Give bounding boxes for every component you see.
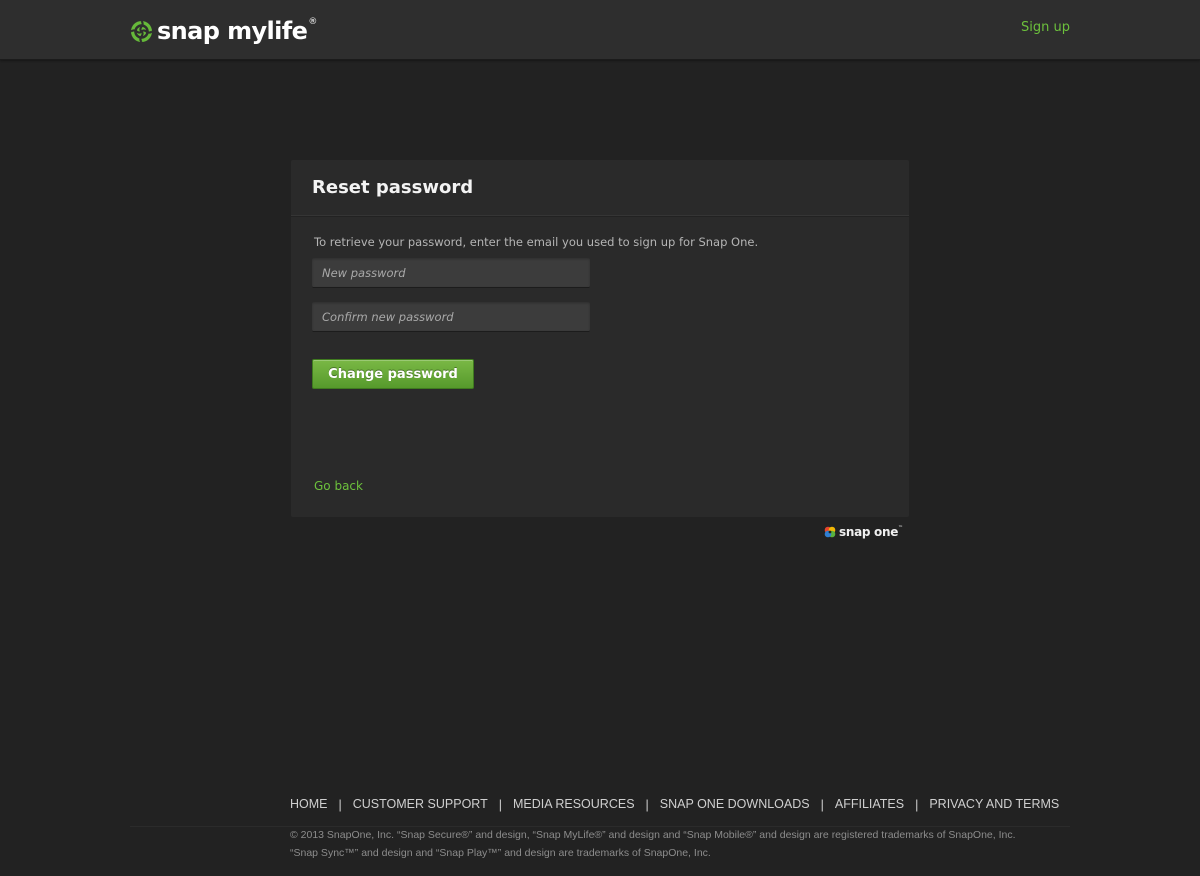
top-bar: snap mylife ® Sign up [0,0,1200,60]
brand-logo[interactable]: snap mylife ® [130,16,317,46]
confirm-password-input[interactable] [312,302,590,332]
card-header: Reset password [291,160,909,216]
footer-link-privacy-and-terms[interactable]: PRIVACY AND TERMS [929,797,1059,812]
footer-separator: | [645,797,649,812]
instructions-text: To retrieve your password, enter the ema… [314,235,759,249]
footer-legal: © 2013 SnapOne, Inc. “Snap Secure®” and … [290,826,1016,862]
footer-link-home[interactable]: HOME [290,797,328,812]
legal-line-2: “Snap Sync™” and design and “Snap Play™”… [290,847,711,859]
reset-password-card: Reset password To retrieve your password… [291,160,909,517]
change-password-button[interactable]: Change password [312,359,474,389]
brand-registered-mark: ® [308,17,318,27]
footer-link-customer-support[interactable]: CUSTOMER SUPPORT [353,797,488,812]
snap-one-logo: snap one ™ [824,524,903,540]
new-password-input[interactable] [312,258,590,288]
snap-one-trademark: ™ [898,525,904,531]
snap-one-wordmark: snap one [839,525,899,539]
footer-link-snap-one-downloads[interactable]: SNAP ONE DOWNLOADS [660,797,810,812]
footer-separator: | [820,797,824,812]
legal-line-1: © 2013 SnapOne, Inc. “Snap Secure®” and … [290,829,1016,841]
footer-separator: | [498,797,502,812]
footer-nav: HOME | CUSTOMER SUPPORT | MEDIA RESOURCE… [290,797,1059,812]
signup-link[interactable]: Sign up [1021,20,1070,36]
footer-link-media-resources[interactable]: MEDIA RESOURCES [513,797,635,812]
snap-mylife-logo-icon [130,19,153,43]
footer-separator: | [915,797,919,812]
footer-separator: | [338,797,342,812]
brand-name: snap mylife [157,17,308,45]
go-back-link[interactable]: Go back [314,479,363,494]
footer-link-affiliates[interactable]: AFFILIATES [835,797,904,812]
snap-one-logo-icon [824,526,836,538]
page-title: Reset password [312,177,474,198]
